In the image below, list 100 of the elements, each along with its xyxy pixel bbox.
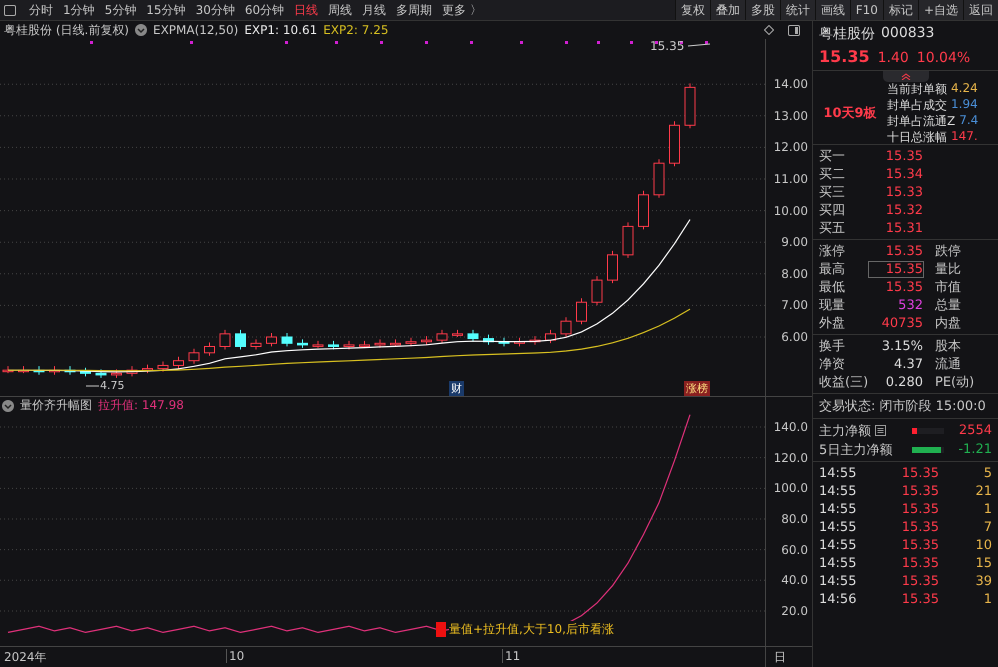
toolbar-button[interactable]: 多股 bbox=[744, 0, 780, 20]
indicator-name: 量价齐升幅图 bbox=[20, 397, 92, 414]
trade-time: 14:55 bbox=[819, 520, 858, 534]
stat-label: 收益(三) bbox=[819, 374, 869, 391]
bid-price: 15.33 bbox=[884, 184, 923, 200]
period-tab[interactable]: 分时 bbox=[24, 2, 58, 18]
stat-label: 总量 bbox=[935, 297, 961, 314]
stat-label: 股本 bbox=[935, 338, 961, 355]
trade-volume: 1 bbox=[982, 592, 992, 606]
trade-volume: 15 bbox=[974, 556, 992, 570]
date-label: 11 bbox=[502, 649, 520, 663]
toolbar-button[interactable]: 复权 bbox=[674, 0, 710, 20]
seal-value: 7.4 bbox=[959, 113, 978, 129]
period-tab[interactable]: 更多 〉 bbox=[437, 2, 487, 18]
stat-value: 3.15% bbox=[880, 338, 923, 354]
flow-label: 主力净额 bbox=[819, 422, 871, 440]
bid-label: 买五 bbox=[819, 220, 846, 237]
period-tab[interactable]: 月线 bbox=[357, 2, 392, 18]
trade-volume: 5 bbox=[982, 466, 992, 480]
bid-price: 15.34 bbox=[884, 166, 923, 182]
event-marker[interactable]: 涨榜 bbox=[684, 381, 710, 396]
trade-price: 15.35 bbox=[900, 466, 939, 480]
stat-label: 内盘 bbox=[935, 315, 961, 332]
trade-volume: 1 bbox=[982, 502, 992, 516]
seal-label: 封单占流通Z bbox=[887, 113, 956, 129]
flow-value: 2554 bbox=[958, 423, 992, 438]
axis-label: 8.00 bbox=[781, 266, 808, 281]
trade-volume: 39 bbox=[974, 574, 992, 588]
period-tab[interactable]: 多周期 bbox=[391, 2, 438, 18]
trade-price: 15.35 bbox=[900, 538, 939, 552]
seal-label: 封单占成交 bbox=[887, 97, 947, 113]
stat-label: 流通 bbox=[935, 356, 961, 373]
price-change: 1.40 bbox=[878, 50, 909, 66]
toolbar-button[interactable]: 返回 bbox=[963, 0, 998, 20]
bid-label: 买四 bbox=[819, 202, 846, 219]
toolbar-button[interactable]: 画线 bbox=[814, 0, 850, 20]
seal-value: 147. bbox=[951, 129, 978, 145]
period-tab[interactable]: 周线 bbox=[323, 2, 358, 18]
axis-label: 7.00 bbox=[781, 298, 808, 312]
signal-text: 量值+拉升值,大于10,后市看涨 bbox=[449, 621, 614, 638]
stat-label: 量比 bbox=[935, 261, 961, 278]
trade-price: 15.35 bbox=[900, 502, 939, 516]
event-marker[interactable]: 财 bbox=[449, 381, 464, 396]
bid-price: 15.35 bbox=[884, 148, 923, 164]
trade-time: 14:55 bbox=[819, 484, 858, 498]
stat-value: 15.35 bbox=[884, 244, 923, 258]
axis-label: 40.0 bbox=[781, 573, 808, 588]
period-tab[interactable]: 5分钟 bbox=[100, 2, 142, 18]
seal-label: 当前封单额 bbox=[887, 81, 947, 97]
bid-price: 15.32 bbox=[884, 202, 923, 218]
trade-time: 14:55 bbox=[819, 574, 858, 588]
stat-value: 532 bbox=[897, 298, 923, 312]
seal-value: 1.94 bbox=[951, 97, 978, 113]
stat-label: 现量 bbox=[819, 297, 846, 314]
streak-label: 10天9板 bbox=[822, 105, 878, 122]
bid-label: 买二 bbox=[819, 166, 846, 183]
period-tab[interactable]: 15分钟 bbox=[141, 2, 191, 18]
toolbar-button[interactable]: 叠加 bbox=[710, 0, 745, 20]
toolbar-button[interactable]: F10 bbox=[850, 0, 883, 20]
axis-label: 100.0 bbox=[774, 481, 808, 496]
toolbar-button[interactable]: 统计 bbox=[780, 0, 815, 20]
bid-price: 15.31 bbox=[884, 220, 923, 236]
stat-label: 最高 bbox=[819, 261, 846, 278]
trade-price: 15.35 bbox=[900, 520, 939, 534]
trade-price: 15.35 bbox=[900, 556, 939, 570]
period-tab[interactable]: 60分钟 bbox=[240, 2, 290, 18]
stat-value: 15.35 bbox=[884, 280, 923, 294]
period-tab[interactable]: 30分钟 bbox=[190, 2, 240, 18]
trade-volume: 21 bbox=[974, 484, 992, 498]
indicator-value: EXP1: 10.61 bbox=[244, 23, 318, 37]
seal-value: 4.24 bbox=[951, 81, 978, 97]
bid-label: 买一 bbox=[819, 148, 846, 165]
date-label: 2024年 bbox=[4, 649, 47, 666]
last-price: 15.35 bbox=[819, 47, 870, 66]
bid-label: 买三 bbox=[819, 184, 846, 201]
trade-price: 15.35 bbox=[900, 574, 939, 588]
axis-label: 60.0 bbox=[781, 542, 808, 557]
trade-time: 14:55 bbox=[819, 502, 858, 516]
trade-price: 15.35 bbox=[900, 592, 939, 606]
stat-label: 跌停 bbox=[935, 243, 961, 260]
stock-code: 000833 bbox=[881, 25, 934, 43]
chart-title: 粤桂股份 (日线.前复权) bbox=[4, 22, 129, 38]
percent-change: 10.04% bbox=[916, 50, 970, 66]
stat-label: 涨停 bbox=[819, 243, 846, 260]
stat-label: 净资 bbox=[819, 356, 846, 373]
trade-time: 14:55 bbox=[819, 556, 858, 570]
toolbar-button[interactable]: 标记 bbox=[882, 0, 918, 20]
period-tab[interactable]: 1分钟 bbox=[58, 2, 100, 18]
stat-label: 外盘 bbox=[819, 315, 846, 332]
stat-label: PE(动) bbox=[935, 374, 974, 391]
flow-label: 5日主力净额 bbox=[819, 442, 892, 458]
stock-name: 粤桂股份 bbox=[819, 25, 875, 43]
trade-volume: 7 bbox=[982, 520, 992, 534]
axis-label: 20.0 bbox=[781, 604, 808, 618]
axis-label: 13.00 bbox=[774, 108, 808, 123]
toolbar-button[interactable]: +自选 bbox=[918, 0, 963, 20]
period-tab[interactable]: 日线 bbox=[289, 2, 324, 18]
low-price-label: 4.75 bbox=[100, 379, 124, 392]
date-label: 10 bbox=[226, 649, 244, 663]
axis-label: 14.00 bbox=[774, 77, 808, 92]
